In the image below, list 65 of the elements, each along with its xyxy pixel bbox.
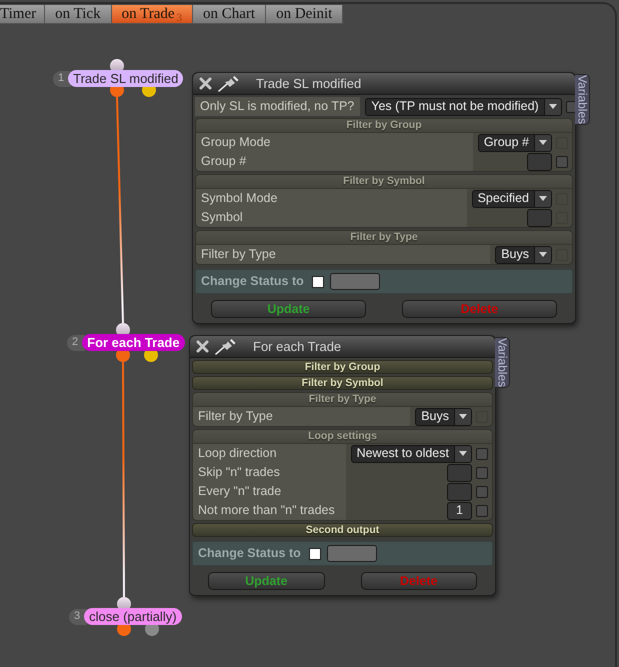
caret-icon (539, 196, 547, 201)
status-color-field[interactable] (330, 273, 380, 290)
input-field[interactable] (447, 464, 472, 482)
field-label: Loop direction (193, 444, 346, 463)
variables-tab[interactable]: Variables (495, 337, 510, 388)
update-button[interactable]: Update (211, 300, 366, 318)
dropdown[interactable]: Newest to oldest (350, 444, 472, 462)
field-label: Only SL is modified, no TP? (195, 97, 360, 116)
field-label: Filter by Type (196, 245, 490, 264)
section-header[interactable]: Filter by Symbol (196, 175, 572, 189)
dropdown[interactable]: Buys (495, 246, 552, 264)
change-status-label: Change Status to (201, 273, 304, 290)
section-header[interactable]: Filter by Type (196, 231, 572, 245)
dropdown[interactable]: Buys (415, 408, 472, 426)
close-icon[interactable] (199, 77, 212, 90)
field-label: Group # (196, 152, 473, 171)
input-field[interactable]: 1 (447, 502, 472, 520)
status-checkbox[interactable] (312, 276, 324, 288)
field-label: Symbol Mode (196, 189, 467, 208)
panel-title: For each Trade (253, 338, 342, 356)
node-label[interactable]: close (partially) (84, 608, 182, 625)
pushpin-icon[interactable] (218, 75, 240, 92)
tab[interactable]: Timer (0, 5, 46, 24)
checkbox[interactable] (476, 448, 488, 460)
section-header[interactable]: Filter by Symbol (192, 376, 493, 390)
section-header[interactable]: Filter by Group (192, 360, 493, 374)
field-label: Filter by Type (193, 407, 410, 426)
status-checkbox[interactable] (308, 548, 321, 560)
caret-icon (539, 140, 547, 145)
checkbox[interactable] (476, 486, 488, 498)
field-label: Every "n" trade (193, 482, 346, 501)
checkbox[interactable] (556, 156, 568, 168)
status-color-field[interactable] (326, 545, 377, 562)
field-label: Symbol (196, 208, 467, 227)
tab[interactable]: on Deinit (266, 5, 344, 24)
node-label[interactable]: For each Trade (82, 334, 185, 351)
section-header[interactable]: Filter by Group (196, 119, 572, 133)
caret-icon (539, 252, 547, 257)
dropdown[interactable]: Group # (478, 134, 552, 152)
variables-tab[interactable]: Variables (575, 74, 590, 126)
checkbox[interactable] (476, 466, 488, 478)
tab[interactable]: on Tick (45, 5, 112, 24)
tab[interactable]: on Chart (193, 5, 266, 24)
dropdown[interactable]: Yes (TP must not be modified) (365, 98, 562, 116)
checkbox[interactable] (476, 504, 488, 516)
node-label[interactable]: Trade SL modified (68, 70, 184, 87)
dropdown[interactable]: Specified (472, 190, 552, 208)
caret-icon (459, 414, 467, 419)
panel-title: Trade SL modified (256, 74, 362, 93)
caret-icon (548, 104, 557, 109)
caret-icon (459, 451, 467, 456)
field-label: Not more than "n" trades (193, 501, 346, 520)
section-header[interactable]: Second output (192, 523, 493, 537)
input-field[interactable] (527, 152, 552, 170)
field-label: Skip "n" trades (193, 463, 346, 482)
pushpin-icon[interactable] (215, 338, 237, 355)
change-status-label: Change Status to (198, 545, 301, 562)
input-field[interactable] (527, 208, 552, 226)
field-label: Group Mode (196, 133, 473, 152)
section-header[interactable]: Loop settings (193, 430, 492, 444)
close-icon[interactable] (196, 340, 209, 353)
input-field[interactable] (447, 482, 472, 500)
section-header[interactable]: Filter by Type (193, 393, 492, 407)
update-button[interactable]: Update (208, 572, 324, 590)
tab-count-text: 3 (176, 12, 182, 24)
